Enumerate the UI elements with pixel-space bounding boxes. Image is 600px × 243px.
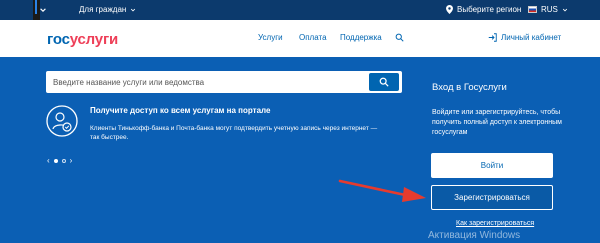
logo-gos: гос <box>47 31 70 48</box>
promo-text: Клиенты Тинькофф-банка и Почта-банка мог… <box>90 125 378 141</box>
carousel-next-button[interactable]: › <box>70 156 73 165</box>
search-box <box>46 71 402 93</box>
region-selector[interactable]: Выберите регион <box>446 5 521 14</box>
personal-cabinet-link[interactable]: Личный кабинет <box>488 33 561 42</box>
promo-title: Получите доступ ко всем услугам на порта… <box>90 106 271 115</box>
search-icon[interactable] <box>395 33 404 42</box>
nav-support[interactable]: Поддержка <box>340 33 382 42</box>
chevron-down-icon <box>131 8 136 11</box>
russia-flag-icon <box>528 6 537 13</box>
search-button[interactable] <box>369 73 399 91</box>
chevron-down-icon <box>562 8 567 11</box>
user-verified-icon <box>46 105 78 137</box>
carousel-dot-active[interactable] <box>53 158 58 163</box>
login-panel-title: Вход в Госуслуги <box>432 82 507 93</box>
chevron-down-icon[interactable] <box>39 6 47 14</box>
cabinet-label: Личный кабинет <box>501 33 562 42</box>
search-icon <box>379 77 389 87</box>
carousel-prev-button[interactable]: ‹ <box>47 156 50 165</box>
language-label: RUS <box>541 5 558 14</box>
search-input[interactable] <box>53 71 363 93</box>
login-panel-text: Войдите или зарегистрируйтесь, чтобы пол… <box>432 109 562 136</box>
nav-services[interactable]: Услуги <box>258 33 283 42</box>
red-arrow-annotation <box>338 179 426 202</box>
how-to-register-link[interactable]: Как зарегистрироваться <box>456 220 534 227</box>
logo-uslugi: услуги <box>69 31 119 48</box>
register-button[interactable]: Зарегистрироваться <box>431 185 553 210</box>
gosuslugi-logo[interactable]: госуслуги <box>47 31 118 48</box>
location-pin-icon <box>446 5 453 14</box>
language-selector[interactable]: RUS <box>528 5 568 14</box>
login-icon <box>488 33 497 42</box>
carousel-dot[interactable] <box>61 158 66 163</box>
tab-accent <box>35 0 37 14</box>
login-button[interactable]: Войти <box>431 153 553 178</box>
citizens-label: Для граждан <box>79 5 127 14</box>
nav-payment[interactable]: Оплата <box>299 33 327 42</box>
citizens-menu[interactable]: Для граждан <box>79 5 136 14</box>
carousel-controls: ‹ › <box>47 156 72 165</box>
top-bar: Для граждан Выберите регион RUS <box>0 0 600 20</box>
windows-activation-watermark: Активация Windows <box>428 230 521 241</box>
region-label: Выберите регион <box>457 5 522 14</box>
